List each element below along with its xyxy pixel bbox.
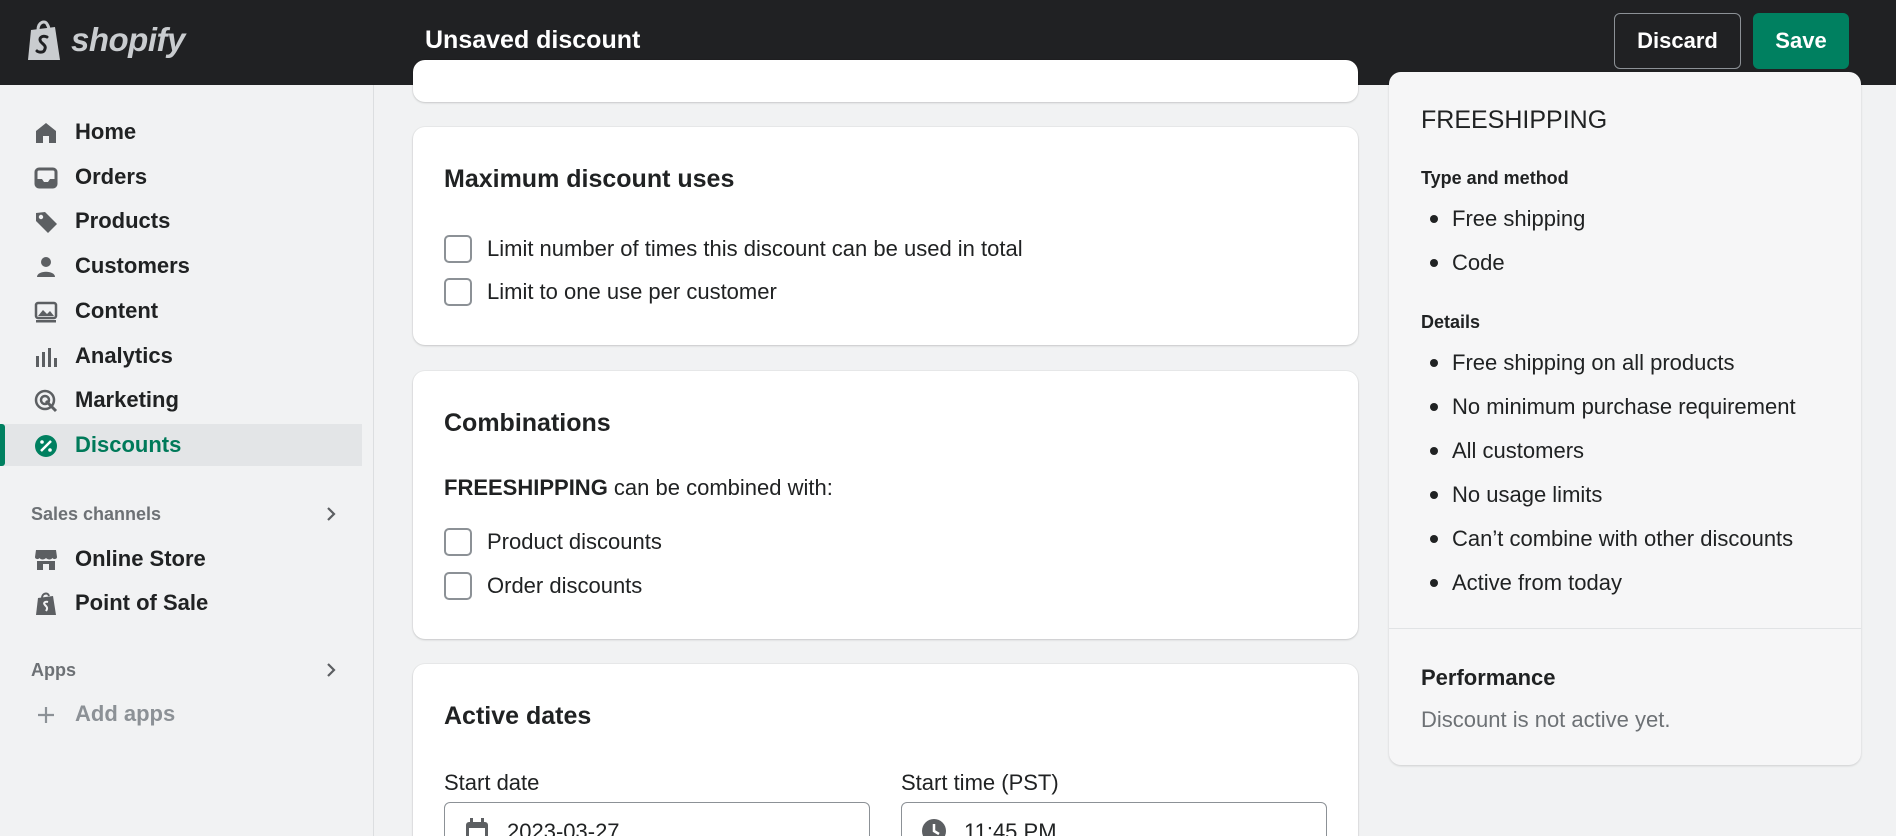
max-uses-title: Maximum discount uses [444, 165, 735, 193]
sidebar-item-label: Content [75, 298, 159, 323]
list-item: No usage limits [1421, 482, 1796, 526]
sidebar-item-label: Analytics [75, 343, 173, 368]
checkbox-label: Limit to one use per customer [487, 279, 777, 304]
start-date-label: Start date [444, 770, 540, 795]
one-per-customer-checkbox[interactable] [444, 278, 472, 306]
performance-text: Discount is not active yet. [1421, 707, 1671, 732]
checkbox-label: Limit number of times this discount can … [487, 236, 1023, 261]
sidebar-item-analytics[interactable]: Analytics [0, 335, 362, 377]
start-date-field[interactable]: 2023-03-27 [444, 802, 870, 836]
sales-channels-header: Sales channels [31, 504, 162, 524]
page-title: Unsaved discount [425, 26, 641, 54]
active-dates-card: Active dates Start date 2023-03-27 Start… [413, 664, 1358, 836]
sidebar-item-discounts[interactable]: Discounts [0, 424, 362, 466]
limit-total-uses-option[interactable]: Limit number of times this discount can … [444, 235, 1023, 263]
sidebar-item-home[interactable]: Home [0, 111, 362, 153]
sidebar-item-label: Point of Sale [75, 590, 209, 615]
start-time-label: Start time (PST) [901, 770, 1059, 795]
discount-icon [35, 435, 57, 457]
list-item: No minimum purchase requirement [1421, 394, 1796, 438]
sidebar-item-marketing[interactable]: Marketing [0, 379, 362, 421]
checkbox-label: Product discounts [487, 529, 662, 554]
combinations-title: Combinations [444, 409, 611, 437]
max-uses-card: Maximum discount uses Limit number of ti… [413, 127, 1358, 345]
order-discounts-option[interactable]: Order discounts [444, 572, 642, 600]
bar-chart-icon [36, 348, 57, 367]
sidebar: Home Orders Products Customers Content A… [0, 85, 374, 836]
sidebar-item-content[interactable]: Content [0, 290, 362, 332]
sidebar-item-orders[interactable]: Orders [0, 156, 362, 198]
summary-card: FREESHIPPING Type and method Free shippi… [1389, 72, 1861, 765]
calendar-icon [466, 818, 488, 836]
chevron-right-icon[interactable] [322, 505, 340, 523]
sidebar-item-label: Home [75, 119, 137, 144]
home-icon [36, 123, 56, 143]
save-button[interactable]: Save [1753, 13, 1849, 69]
combinations-card: Combinations FREESHIPPING can be combine… [413, 371, 1358, 639]
start-date-value: 2023-03-27 [507, 819, 620, 836]
sidebar-item-label: Customers [75, 253, 190, 278]
sidebar-item-add-apps[interactable]: Add apps [0, 693, 362, 735]
discount-code: FREESHIPPING [444, 475, 608, 500]
active-dates-title: Active dates [444, 702, 592, 730]
performance-title: Performance [1421, 665, 1556, 690]
sidebar-item-label: Orders [75, 164, 148, 189]
checkbox-label: Order discounts [487, 573, 643, 598]
divider [1389, 628, 1861, 629]
start-time-value: 11:45 PM [964, 819, 1057, 836]
summary-code: FREESHIPPING [1421, 106, 1608, 134]
one-per-customer-option[interactable]: Limit to one use per customer [444, 278, 777, 306]
previous-card [413, 60, 1358, 102]
shopify-bag-icon [28, 20, 60, 60]
sidebar-item-label: Online Store [75, 546, 206, 571]
tag-icon [36, 212, 57, 233]
sidebar-item-point-of-sale[interactable]: Point of Sale [0, 582, 362, 624]
details-header: Details [1421, 312, 1481, 332]
combinations-description: FREESHIPPING can be combined with: [444, 475, 833, 501]
product-discounts-checkbox[interactable] [444, 528, 472, 556]
limit-total-uses-checkbox[interactable] [444, 235, 472, 263]
sidebar-item-products[interactable]: Products [0, 200, 362, 242]
list-item: Free shipping on all products [1421, 350, 1796, 394]
sidebar-item-label: Discounts [75, 432, 182, 457]
product-discounts-option[interactable]: Product discounts [444, 528, 662, 556]
start-time-field[interactable]: 11:45 PM [901, 802, 1327, 836]
chevron-right-icon[interactable] [322, 661, 340, 679]
target-icon [34, 389, 58, 413]
sidebar-item-label: Marketing [75, 387, 179, 412]
sidebar-item-label: Add apps [75, 701, 176, 726]
sidebar-item-online-store[interactable]: Online Store [0, 538, 362, 580]
sidebar-item-label: Products [75, 208, 171, 233]
combinations-text: can be combined with: [607, 475, 833, 500]
order-discounts-checkbox[interactable] [444, 572, 472, 600]
list-item: Free shipping [1421, 206, 1585, 250]
inbox-icon [34, 167, 58, 189]
sidebar-item-customers[interactable]: Customers [0, 245, 362, 287]
pos-icon [36, 592, 56, 615]
active-indicator [0, 424, 5, 466]
list-item: Active from today [1421, 570, 1796, 614]
clock-icon [922, 819, 946, 836]
details-list: Free shipping on all products No minimum… [1421, 350, 1796, 614]
list-item: Code [1421, 250, 1585, 294]
list-item: Can’t combine with other discounts [1421, 526, 1796, 570]
list-item: All customers [1421, 438, 1796, 482]
logo-text: shopify [71, 21, 185, 58]
image-icon [34, 301, 58, 323]
person-icon [37, 257, 55, 277]
shopify-logo[interactable]: shopify [25, 18, 185, 62]
type-method-list: Free shipping Code [1421, 206, 1585, 294]
discard-button[interactable]: Discard [1614, 13, 1741, 69]
apps-header: Apps [31, 660, 76, 680]
store-icon [35, 550, 57, 570]
type-method-header: Type and method [1421, 168, 1569, 188]
plus-icon [38, 707, 54, 723]
